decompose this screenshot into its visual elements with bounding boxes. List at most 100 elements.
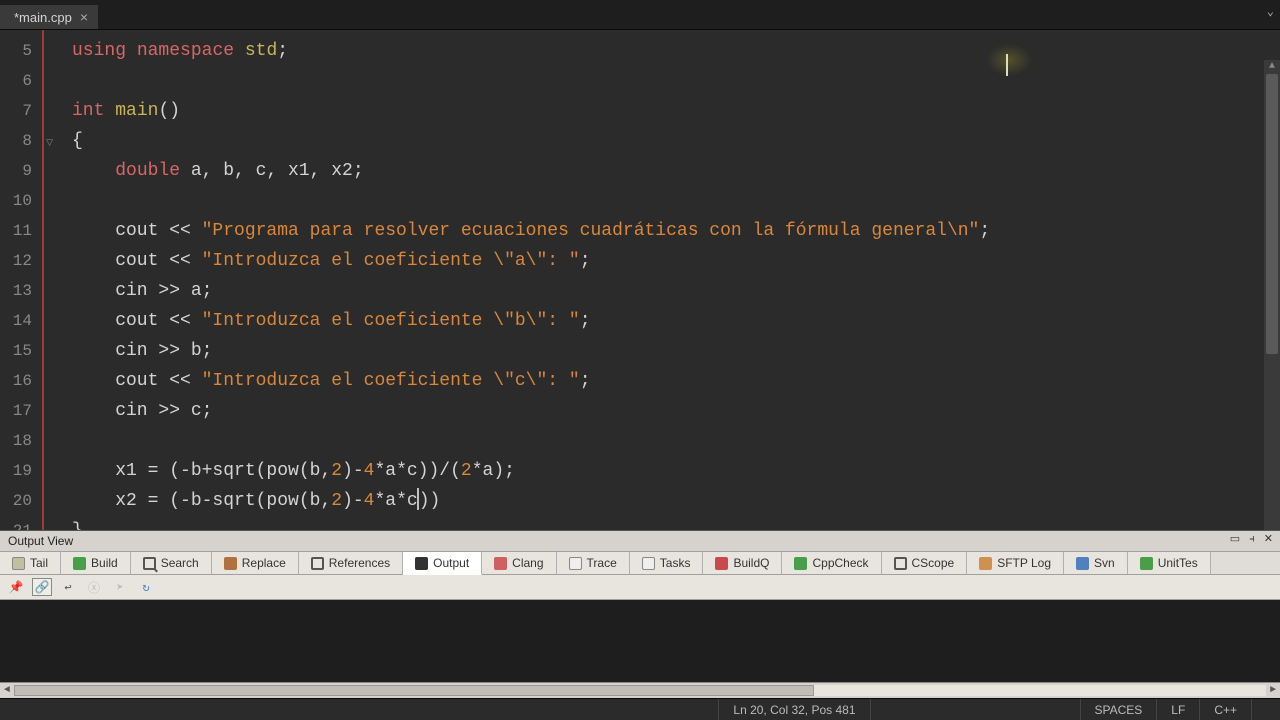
svn-icon [1076,557,1089,570]
scroll-left-icon[interactable]: ◄ [0,683,14,699]
references-icon [311,557,324,570]
trace-icon [569,557,582,570]
replace-icon [224,557,237,570]
horizontal-scrollbar[interactable]: ◄ ► [0,682,1280,698]
code-line[interactable]: { [72,126,1280,156]
file-tab-name: *main.cpp [14,10,72,25]
cscope-icon [894,557,907,570]
tabs-dropdown-icon[interactable]: ⌄ [1267,4,1274,19]
output-tab-label: Tail [30,556,48,570]
close-icon[interactable]: × [80,9,88,25]
vertical-scrollbar[interactable]: ▲ ▼ [1264,60,1280,530]
panel-window-buttons[interactable]: ▭ ⫞ ✕ [1230,532,1276,546]
code-line[interactable]: cout << "Introduzca el coeficiente \"a\"… [72,246,1280,276]
scrollbar-thumb[interactable] [14,685,814,696]
code-line[interactable]: x2 = (-b-sqrt(pow(b,2)-4*a*c)) [72,486,1280,516]
code-line[interactable]: cout << "Programa para resolver ecuacion… [72,216,1280,246]
code-line[interactable]: int main() [72,96,1280,126]
line-number: 15 [0,336,42,366]
sftp-log-icon [979,557,992,570]
output-panel: Output View ▭ ⫞ ✕ Tail Build Search Replace… [0,530,1280,698]
output-tab-cppcheck[interactable]: CppCheck [782,552,881,574]
send-icon[interactable]: ➤ [110,578,130,596]
line-number: 12 [0,246,42,276]
refresh-icon[interactable]: ↻ [136,578,156,596]
output-toolbar: 📌 🔗 ↩ ⓧ ➤ ↻ [0,575,1280,600]
output-tab-svn[interactable]: Svn [1064,552,1128,574]
output-tab-search[interactable]: Search [131,552,212,574]
code-line[interactable] [72,66,1280,96]
output-tab-tasks[interactable]: Tasks [630,552,704,574]
scroll-up-icon[interactable]: ▲ [1264,60,1280,74]
output-tab-buildq[interactable]: BuildQ [703,552,782,574]
status-language[interactable]: C++ [1199,699,1251,720]
output-tab-label: Tasks [660,556,691,570]
output-panel-tabs: Tail Build Search Replace References Output Cl… [0,552,1280,575]
line-number: 19 [0,456,42,486]
output-tab-label: Svn [1094,556,1115,570]
output-tab-clang[interactable]: Clang [482,552,556,574]
line-number: 11 [0,216,42,246]
output-tab-cscope[interactable]: CScope [882,552,968,574]
clear-icon[interactable]: ⓧ [84,578,104,596]
code-line[interactable]: cin >> a; [72,276,1280,306]
line-number: 10 [0,186,42,216]
code-line[interactable]: cin >> b; [72,336,1280,366]
output-tab-label: CScope [912,556,955,570]
pin-icon[interactable]: 📌 [6,578,26,596]
output-tab-label: Replace [242,556,286,570]
code-line[interactable] [72,186,1280,216]
code-line[interactable]: double a, b, c, x1, x2; [72,156,1280,186]
output-tab-label: Build [91,556,118,570]
code-line[interactable]: x1 = (-b+sqrt(pow(b,2)-4*a*c))/(2*a); [72,456,1280,486]
output-tab-unittes[interactable]: UnitTes [1128,552,1211,574]
output-tab-replace[interactable]: Replace [212,552,299,574]
buildq-icon [715,557,728,570]
output-tab-build[interactable]: Build [61,552,131,574]
code-line[interactable]: cin >> c; [72,396,1280,426]
output-tab-label: References [329,556,390,570]
line-number: 18 [0,426,42,456]
status-position[interactable]: Ln 20, Col 32, Pos 481 [718,699,869,720]
output-tab-tail[interactable]: Tail [0,552,61,574]
output-panel-title: Output View [8,534,73,548]
unittes-icon [1140,557,1153,570]
line-number: 21 [0,516,42,530]
line-number-gutter: 56789101112131415161718192021 [0,30,44,530]
output-tab-sftp-log[interactable]: SFTP Log [967,552,1064,574]
output-tab-trace[interactable]: Trace [557,552,630,574]
line-number: 13 [0,276,42,306]
wrap-icon[interactable]: ↩ [58,578,78,596]
code-area[interactable]: using namespace std; int main(){ double a… [44,30,1280,530]
output-icon [415,557,428,570]
status-indent[interactable]: SPACES [1080,699,1157,720]
scroll-right-icon[interactable]: ► [1266,683,1280,699]
output-tab-label: UnitTes [1158,556,1198,570]
fold-marker-icon[interactable]: ▽ [46,135,53,150]
line-number: 8 [0,126,42,156]
output-tab-label: Trace [587,556,617,570]
scrollbar-thumb[interactable] [1266,74,1278,354]
output-tab-references[interactable]: References [299,552,403,574]
line-number: 17 [0,396,42,426]
status-eol[interactable]: LF [1156,699,1199,720]
cursor-caret-box [417,488,419,510]
code-line[interactable]: } [72,516,1280,530]
tail-icon [12,557,25,570]
output-tab-label: Output [433,556,469,570]
clang-icon [494,557,507,570]
line-number: 16 [0,366,42,396]
output-tab-label: CppCheck [812,556,868,570]
output-body[interactable] [0,600,1280,682]
link-icon[interactable]: 🔗 [32,578,52,596]
output-tab-label: SFTP Log [997,556,1051,570]
code-line[interactable] [72,426,1280,456]
code-line[interactable]: cout << "Introduzca el coeficiente \"c\"… [72,366,1280,396]
file-tab[interactable]: *main.cpp × [0,5,99,29]
editor[interactable]: 56789101112131415161718192021 using name… [0,30,1280,530]
tasks-icon [642,557,655,570]
code-line[interactable]: using namespace std; [72,36,1280,66]
line-number: 6 [0,66,42,96]
code-line[interactable]: cout << "Introduzca el coeficiente \"b\"… [72,306,1280,336]
output-tab-output[interactable]: Output [403,552,482,575]
